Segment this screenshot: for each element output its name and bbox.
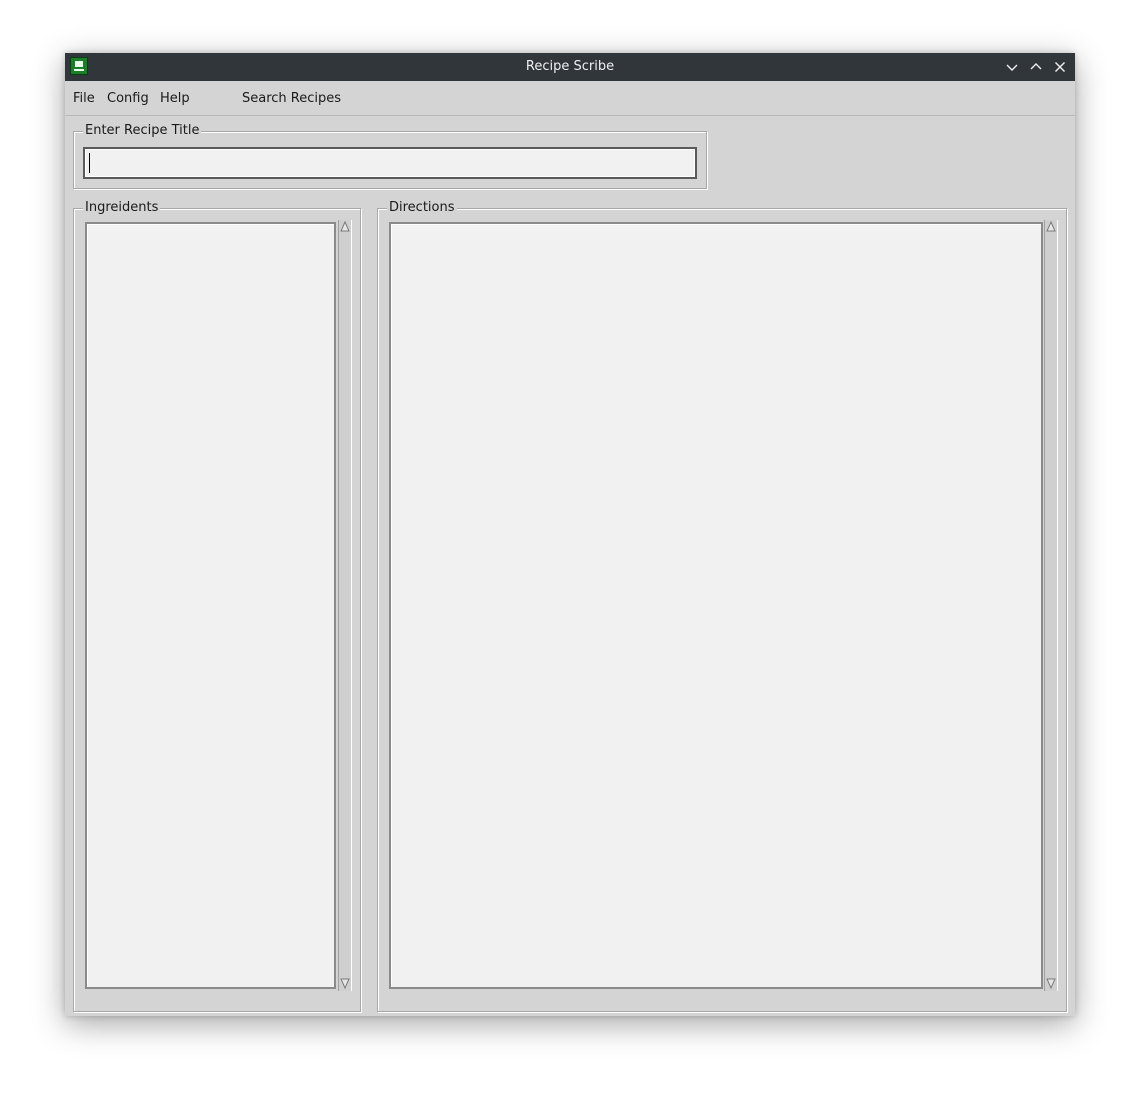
close-button[interactable] xyxy=(1051,58,1069,76)
maximize-button[interactable] xyxy=(1027,58,1045,76)
scroll-up-button[interactable] xyxy=(339,220,351,234)
ingredients-group: Ingreidents xyxy=(73,200,361,1012)
scroll-down-button[interactable] xyxy=(339,977,351,991)
menu-file[interactable]: File xyxy=(73,91,95,106)
menu-search-recipes[interactable]: Search Recipes xyxy=(242,91,341,106)
ingredients-scrollbar[interactable] xyxy=(338,220,352,991)
ingredients-textarea[interactable] xyxy=(85,222,336,989)
scroll-up-button[interactable] xyxy=(1045,220,1057,234)
window-title: Recipe Scribe xyxy=(525,59,615,74)
minimize-button[interactable] xyxy=(1003,58,1021,76)
scroll-up-icon xyxy=(340,221,350,232)
scroll-down-icon xyxy=(1046,978,1056,989)
menu-help[interactable]: Help xyxy=(160,91,190,106)
recipe-title-group: Enter Recipe Title xyxy=(73,123,707,189)
scroll-down-icon xyxy=(340,978,350,989)
menu-config[interactable]: Config xyxy=(107,91,149,106)
directions-textarea[interactable] xyxy=(389,222,1043,989)
title-bar[interactable]: Recipe Scribe xyxy=(65,53,1075,81)
directions-scrollbar[interactable] xyxy=(1044,220,1058,991)
chevron-down-icon xyxy=(1006,64,1018,71)
scroll-up-icon xyxy=(1046,221,1056,232)
directions-label: Directions xyxy=(387,200,457,216)
text-caret xyxy=(89,153,90,173)
scroll-down-button[interactable] xyxy=(1045,977,1057,991)
close-icon xyxy=(1055,62,1065,72)
chevron-up-icon xyxy=(1030,63,1042,70)
recipe-title-input[interactable] xyxy=(83,147,697,179)
app-window: Recipe Scribe File Config Help Search Re… xyxy=(65,53,1075,1016)
ingredients-label: Ingreidents xyxy=(83,200,161,216)
directions-group: Directions xyxy=(377,200,1067,1012)
menu-bar: File Config Help Search Recipes xyxy=(65,81,1075,116)
recipe-title-label: Enter Recipe Title xyxy=(83,123,202,139)
